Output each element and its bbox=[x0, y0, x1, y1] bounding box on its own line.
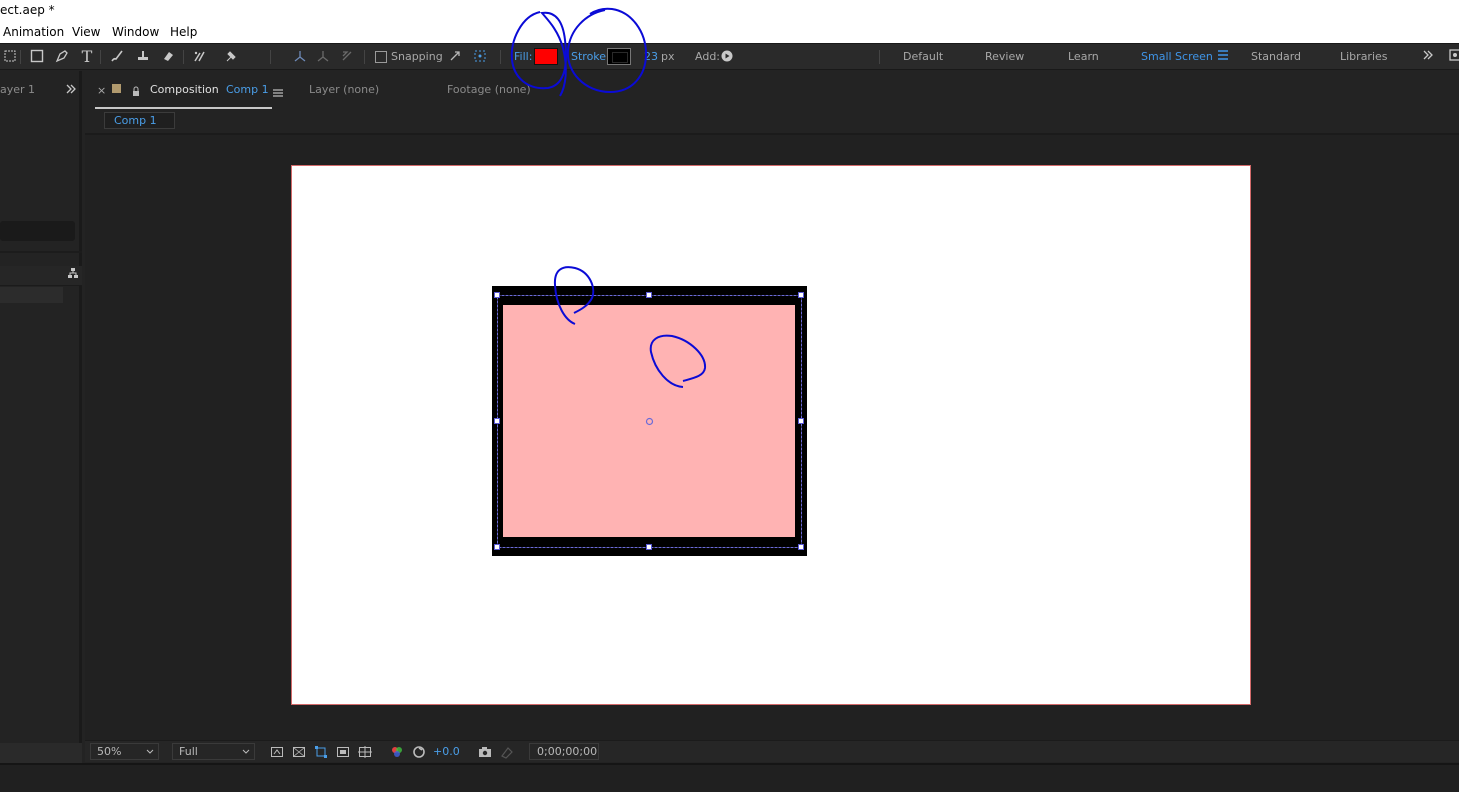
tab-footage[interactable]: Footage (none) bbox=[447, 83, 531, 96]
transform-handle-top[interactable] bbox=[646, 292, 652, 298]
composition-tab-label: Composition bbox=[150, 83, 219, 96]
viewer-controls-bar: 50% Full +0.0 0;00;00;00 bbox=[85, 740, 1459, 762]
transform-handle-right[interactable] bbox=[798, 418, 804, 424]
reset-exposure-icon[interactable] bbox=[412, 744, 428, 760]
transparency-grid-icon[interactable] bbox=[292, 744, 308, 760]
view-axis-icon[interactable] bbox=[337, 48, 357, 66]
magnification-value: 50% bbox=[97, 745, 122, 758]
project-search-input[interactable] bbox=[0, 221, 75, 241]
chevron-down-icon bbox=[146, 749, 154, 754]
project-panel-footer bbox=[0, 743, 82, 763]
stroke-width-unit: px bbox=[661, 50, 675, 63]
tab-layer[interactable]: Layer (none) bbox=[309, 83, 379, 96]
brush-tool-icon[interactable] bbox=[107, 48, 127, 66]
comp-color-label-icon bbox=[112, 84, 121, 93]
toolbar-separator bbox=[100, 50, 101, 64]
workspace-small-screen[interactable]: Small Screen bbox=[1141, 50, 1213, 63]
stroke-width-value[interactable]: 23 bbox=[644, 50, 658, 63]
toolbar-separator bbox=[879, 50, 880, 64]
more-workspaces-chevron-icon[interactable] bbox=[1418, 48, 1438, 66]
color-channels-icon[interactable] bbox=[390, 744, 406, 760]
toolbar-separator bbox=[270, 50, 271, 64]
resolution-value: Full bbox=[179, 745, 198, 758]
fast-previews-icon[interactable] bbox=[270, 744, 286, 760]
tools-toolbar: T Snapping Fill: Stroke: 23 px Add: Defa… bbox=[0, 43, 1459, 70]
transform-handle-top-left[interactable] bbox=[494, 292, 500, 298]
fill-color-swatch[interactable] bbox=[534, 48, 558, 65]
toolbar-separator bbox=[183, 50, 184, 64]
type-tool-icon[interactable]: T bbox=[77, 48, 97, 66]
workspace-learn[interactable]: Learn bbox=[1068, 50, 1099, 63]
chevron-down-icon bbox=[242, 749, 250, 754]
add-property-icon[interactable] bbox=[717, 48, 737, 66]
fill-label[interactable]: Fill: bbox=[514, 50, 532, 63]
transform-handle-left[interactable] bbox=[494, 418, 500, 424]
viewer-tabs: × Composition Comp 1 Layer (none) Footag… bbox=[85, 71, 1459, 109]
project-list-item[interactable] bbox=[0, 287, 63, 303]
flowchart-icon[interactable] bbox=[63, 266, 83, 284]
comp-navigator-tab[interactable]: Comp 1 bbox=[104, 112, 175, 129]
menu-window[interactable]: Window bbox=[112, 25, 159, 39]
local-axis-icon[interactable] bbox=[290, 48, 310, 66]
region-of-interest-icon[interactable] bbox=[336, 744, 352, 760]
panel-divider bbox=[0, 251, 82, 253]
snap-features-icon[interactable] bbox=[470, 48, 490, 66]
toolbar-separator bbox=[20, 50, 21, 64]
workspace-libraries[interactable]: Libraries bbox=[1340, 50, 1388, 63]
toolbar-separator bbox=[364, 50, 365, 64]
workspace-standard[interactable]: Standard bbox=[1251, 50, 1301, 63]
show-snapshot-icon[interactable] bbox=[500, 744, 516, 760]
stroke-color-swatch[interactable] bbox=[607, 48, 631, 65]
panel-expand-chevron-icon[interactable] bbox=[61, 82, 81, 100]
world-axis-icon[interactable] bbox=[313, 48, 333, 66]
resolution-dropdown[interactable]: Full bbox=[172, 743, 255, 760]
current-time-display[interactable]: 0;00;00;00 bbox=[529, 743, 599, 760]
magnification-dropdown[interactable]: 50% bbox=[90, 743, 159, 760]
footage-tab-value: (none) bbox=[494, 83, 531, 96]
transform-handle-bottom-right[interactable] bbox=[798, 544, 804, 550]
menu-bar: Animation View Window Help bbox=[0, 22, 1459, 43]
snapping-checkbox[interactable] bbox=[375, 51, 387, 63]
close-tab-icon[interactable]: × bbox=[97, 84, 106, 97]
status-bar bbox=[0, 763, 1459, 792]
toolbar-separator bbox=[500, 50, 501, 64]
transform-handle-bottom-left[interactable] bbox=[494, 544, 500, 550]
menu-animation[interactable]: Animation bbox=[3, 25, 64, 39]
grid-and-guides-icon[interactable] bbox=[358, 744, 374, 760]
title-bar: ect.aep * bbox=[0, 0, 1459, 22]
layer-tab-value: (none) bbox=[343, 83, 380, 96]
transform-handle-top-right[interactable] bbox=[798, 292, 804, 298]
snapping-label: Snapping bbox=[391, 50, 443, 63]
mask-path-visibility-icon[interactable] bbox=[314, 744, 330, 760]
rectangle-shape-fill[interactable] bbox=[503, 305, 795, 537]
snap-edges-icon[interactable] bbox=[445, 48, 465, 66]
project-list-header bbox=[0, 266, 82, 286]
tab-composition[interactable]: × Composition Comp 1 bbox=[95, 71, 283, 109]
menu-help[interactable]: Help bbox=[170, 25, 197, 39]
roto-brush-tool-icon[interactable] bbox=[190, 48, 210, 66]
window-title: ect.aep * bbox=[0, 3, 55, 17]
project-panel: ayer 1 bbox=[0, 71, 82, 763]
left-panel-tab[interactable]: ayer 1 bbox=[0, 83, 35, 96]
footage-tab-label: Footage bbox=[447, 83, 492, 96]
search-help-icon[interactable] bbox=[1445, 48, 1459, 66]
tab-menu-icon[interactable] bbox=[273, 83, 283, 102]
workspace-review[interactable]: Review bbox=[985, 50, 1024, 63]
rectangle-tool-icon[interactable] bbox=[27, 48, 47, 66]
snapshot-camera-icon[interactable] bbox=[478, 744, 494, 760]
puppet-tool-icon[interactable] bbox=[221, 48, 241, 66]
eraser-tool-icon[interactable] bbox=[158, 48, 178, 66]
pen-tool-icon[interactable] bbox=[52, 48, 72, 66]
menu-view[interactable]: View bbox=[72, 25, 100, 39]
pan-behind-tool-icon[interactable] bbox=[0, 48, 20, 66]
composition-tab-comp-name[interactable]: Comp 1 bbox=[226, 83, 269, 96]
transform-handle-bottom[interactable] bbox=[646, 544, 652, 550]
workspace-menu-icon[interactable] bbox=[1213, 48, 1233, 66]
stroke-label[interactable]: Stroke: bbox=[571, 50, 610, 63]
layer-tab-label: Layer bbox=[309, 83, 340, 96]
exposure-value[interactable]: +0.0 bbox=[433, 745, 460, 758]
lock-icon[interactable] bbox=[131, 82, 141, 101]
workspace-default[interactable]: Default bbox=[903, 50, 943, 63]
clone-stamp-tool-icon[interactable] bbox=[133, 48, 153, 66]
